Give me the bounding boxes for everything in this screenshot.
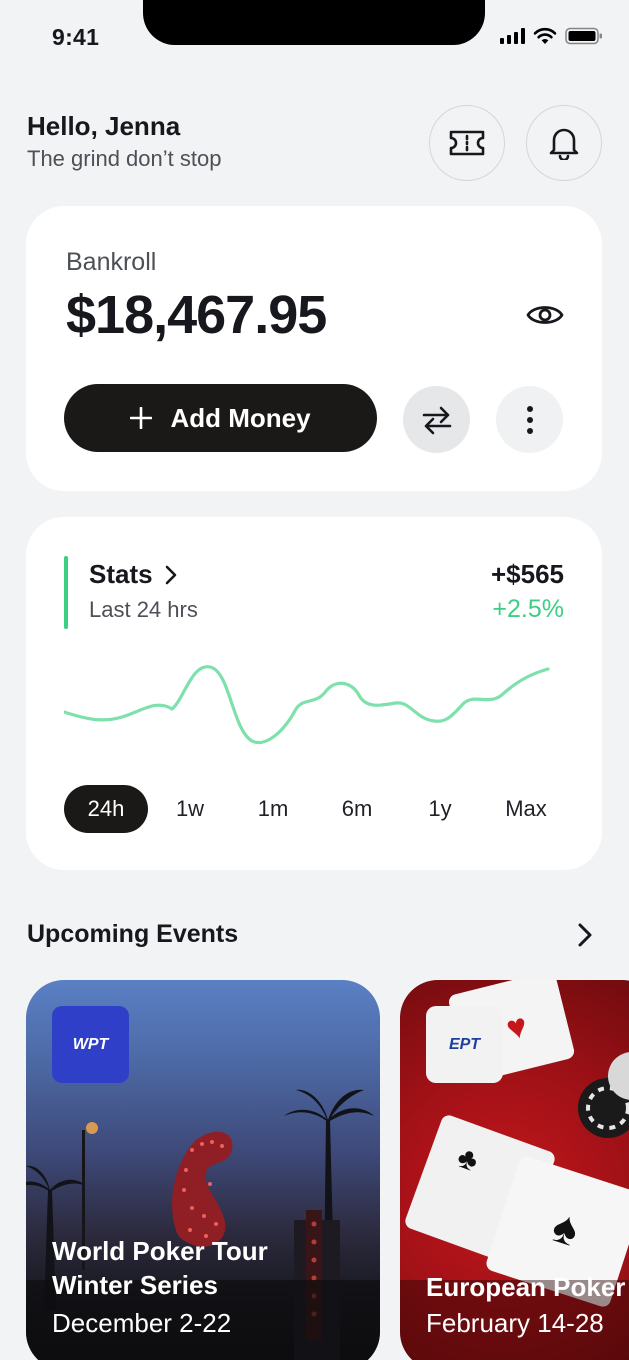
stats-sparkline <box>64 665 550 744</box>
ept-logo-text: EPT <box>448 1035 481 1053</box>
stats-change-percent: +2.5% <box>492 595 564 623</box>
event-card-wpt[interactable]: WPT World Poker Tour Winter Series Decem… <box>26 980 380 1360</box>
event-dates: December 2-22 <box>52 1308 232 1338</box>
bankroll-label: Bankroll <box>66 248 157 276</box>
range-24h[interactable]: 24h <box>64 785 148 833</box>
battery-icon <box>565 27 602 45</box>
bell-icon <box>549 128 579 160</box>
time-range-selector: 24h 1w 1m 6m 1y Max <box>64 785 564 833</box>
greeting-subtitle: The grind don’t stop <box>27 146 222 171</box>
cellular-signal-icon <box>500 28 525 44</box>
event-dates: February 14-28 <box>426 1308 604 1338</box>
status-icons <box>500 27 603 45</box>
range-max[interactable]: Max <box>494 785 558 833</box>
stats-period: Last 24 hrs <box>89 597 198 622</box>
range-1w[interactable]: 1w <box>166 785 214 833</box>
plus-icon <box>130 407 153 429</box>
add-money-label: Add Money <box>170 402 311 433</box>
bankroll-card: Bankroll $18,467.95 Add Money <box>26 206 602 491</box>
chevron-right-icon <box>165 565 176 584</box>
event-name-line1: European Poker <box>426 1272 626 1302</box>
range-6m[interactable]: 6m <box>332 785 382 833</box>
stats-accent-bar <box>64 556 68 629</box>
swap-arrows-icon <box>422 406 451 434</box>
stats-change-value: +$565 <box>490 559 564 589</box>
event-name-line1: World Poker Tour <box>52 1236 268 1266</box>
chevron-right-icon[interactable] <box>577 922 593 948</box>
stats-card: Stats Last 24 hrs +$565 +2.5% 24h 1w 1m … <box>26 517 602 870</box>
wifi-icon <box>533 27 557 44</box>
add-money-button[interactable]: Add Money <box>64 384 377 452</box>
range-1y[interactable]: 1y <box>416 785 464 833</box>
eye-icon[interactable] <box>526 302 564 328</box>
status-time: 9:41 <box>52 24 100 50</box>
notch <box>143 0 485 45</box>
event-name-line2: Winter Series <box>52 1270 218 1300</box>
event-card-ept[interactable]: ♥ ♣ ♠ EPT European Poker February 14-28 <box>400 980 629 1360</box>
more-options-button[interactable] <box>496 386 563 453</box>
stats-title-link[interactable]: Stats <box>89 559 177 590</box>
more-vertical-icon <box>526 405 533 434</box>
ept-logo: EPT <box>426 1006 503 1083</box>
bankroll-amount: $18,467.95 <box>66 285 327 345</box>
wpt-logo: WPT <box>52 1006 129 1083</box>
stats-title: Stats <box>89 559 153 589</box>
notifications-button[interactable] <box>526 105 602 181</box>
transfer-button[interactable] <box>403 386 470 453</box>
phone-screen: 9:41 Hello, Jenna The grind don’t stop B… <box>0 0 629 1360</box>
greeting: Hello, Jenna <box>27 111 181 141</box>
stats-sparkline-chart <box>64 665 550 744</box>
tickets-button[interactable] <box>429 105 505 181</box>
range-1m[interactable]: 1m <box>249 785 297 833</box>
upcoming-events-title: Upcoming Events <box>27 920 239 948</box>
ticket-icon <box>449 130 485 156</box>
wpt-logo-text: WPT <box>72 1035 109 1053</box>
